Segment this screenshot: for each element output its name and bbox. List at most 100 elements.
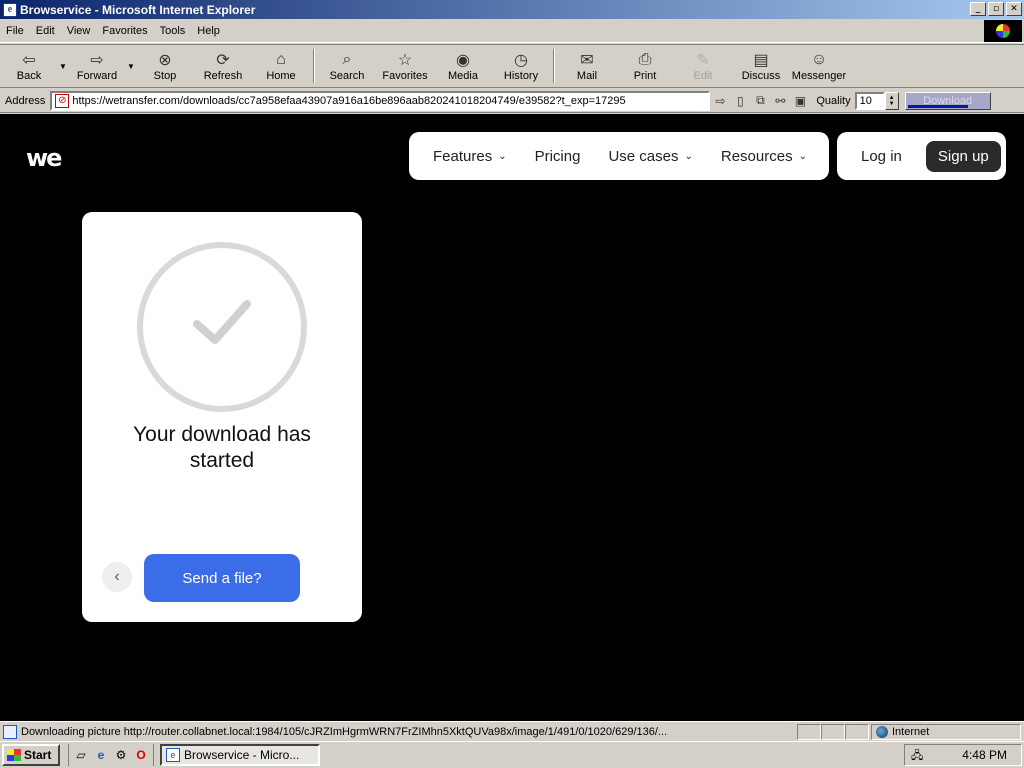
menu-file[interactable]: File — [0, 25, 30, 37]
print-label: Print — [633, 70, 657, 82]
taskbar-browservice[interactable]: e Browservice - Micro... — [160, 744, 320, 766]
address-url: https://wetransfer.com/downloads/cc7a958… — [72, 94, 626, 107]
download-progress-bar — [907, 104, 968, 108]
download-started-title: Your download has started — [133, 423, 311, 472]
windows-logo-icon — [984, 20, 1022, 42]
nav-resources[interactable]: Resources ⌄ — [721, 148, 807, 165]
favorites-label: Favorites — [382, 70, 428, 82]
find-icon[interactable]: ⚯ — [771, 92, 789, 110]
menu-tools[interactable]: Tools — [154, 25, 192, 37]
history-label: History — [503, 70, 539, 82]
back-button[interactable]: ⇦ Back — [0, 45, 58, 87]
refresh-label: Refresh — [203, 70, 243, 82]
toolbar: ⇦ Back ▼ ⇨ Forward ▼ ⊗ Stop ⟳ Refresh ⌂ … — [0, 44, 1024, 88]
start-label: Start — [24, 748, 52, 762]
menu-edit[interactable]: Edit — [30, 25, 61, 37]
discuss-label: Discuss — [741, 70, 781, 82]
page-icon: ⊘ — [55, 93, 70, 108]
download-card: Your download has started ‹ Send a file? — [82, 212, 362, 622]
home-label: Home — [266, 70, 296, 82]
favorites-button[interactable]: ☆ Favorites — [376, 45, 434, 87]
wetransfer-logo[interactable]: we — [26, 144, 62, 172]
forward-arrow-icon: ⇨ — [90, 52, 104, 69]
download-button[interactable]: Download — [904, 91, 991, 110]
start-button[interactable]: Start — [2, 744, 60, 766]
ie-app-icon[interactable]: e — [3, 2, 17, 17]
chevron-down-icon: ⌄ — [684, 150, 693, 162]
status-bar: Downloading picture http://router.collab… — [0, 721, 1024, 741]
nav-features[interactable]: Features ⌄ — [433, 148, 507, 165]
send-file-button[interactable]: Send a file? — [144, 554, 300, 602]
discuss-button[interactable]: ▤ Discuss — [732, 45, 790, 87]
network-icon[interactable]: 🖧 — [911, 747, 937, 763]
login-link[interactable]: Log in — [861, 148, 902, 165]
history-icon: ◷ — [514, 52, 528, 69]
forward-dropdown[interactable]: ▼ — [126, 45, 136, 87]
forward-button[interactable]: ⇨ Forward — [68, 45, 126, 87]
checkmark-icon — [137, 242, 307, 412]
quality-stepper[interactable]: ▲ ▼ — [884, 91, 899, 110]
menu-favorites[interactable]: Favorites — [96, 25, 153, 37]
copy-icon[interactable]: ⧉ — [751, 92, 769, 110]
minimize-button[interactable]: _ — [970, 2, 986, 16]
edit-icon: ✎ — [696, 52, 710, 69]
search-icon: ⌕ — [342, 51, 352, 68]
show-desktop-icon[interactable]: ▱ — [73, 747, 89, 763]
close-button[interactable]: ✕ — [1006, 2, 1022, 16]
nav-pricing[interactable]: Pricing — [535, 148, 581, 165]
menu-help[interactable]: Help — [191, 25, 226, 37]
menu-bar: File Edit View Favorites Tools Help — [0, 19, 1024, 43]
history-button[interactable]: ◷ History — [492, 45, 550, 87]
nav-use-cases-label: Use cases — [608, 147, 679, 165]
nav-use-cases[interactable]: Use cases ⌄ — [608, 148, 692, 165]
edit-label: Edit — [693, 70, 713, 82]
discuss-icon: ▤ — [753, 52, 769, 69]
status-cell — [821, 723, 845, 740]
address-input[interactable]: ⊘ https://wetransfer.com/downloads/cc7a9… — [50, 90, 711, 111]
search-button[interactable]: ⌕ Search — [318, 45, 376, 87]
ie-icon[interactable]: e — [93, 747, 109, 763]
chevron-left-icon[interactable]: ‹ — [102, 562, 132, 592]
back-dropdown[interactable]: ▼ — [58, 45, 68, 87]
nav-resources-label: Resources — [720, 147, 793, 165]
status-cell — [797, 723, 821, 740]
bookmark-icon[interactable]: ▯ — [731, 92, 749, 110]
stop-label: Stop — [153, 70, 177, 82]
forward-label: Forward — [76, 70, 118, 82]
status-cell — [845, 723, 869, 740]
quality-input[interactable]: 10 — [854, 91, 885, 110]
address-label: Address — [5, 94, 46, 107]
mail-icon: ✉ — [580, 52, 594, 69]
toolbar-separator — [553, 49, 555, 83]
window-title: Browservice - Microsoft Internet Explore… — [20, 2, 256, 17]
home-button[interactable]: ⌂ Home — [252, 45, 310, 87]
edit-button: ✎ Edit — [674, 45, 732, 87]
title-bar: e Browservice - Microsoft Internet Explo… — [0, 0, 1024, 19]
system-tray: 🖧 4:48 PM — [904, 744, 1022, 766]
windows-flag-icon — [7, 749, 21, 761]
maximize-button[interactable]: ▫ — [988, 2, 1004, 16]
go-icon[interactable]: ⇨ — [711, 92, 729, 110]
mail-button[interactable]: ✉ Mail — [558, 45, 616, 87]
refresh-button[interactable]: ⟳ Refresh — [194, 45, 252, 87]
signup-button[interactable]: Sign up — [925, 140, 1001, 172]
clipboard-icon[interactable]: ▣ — [791, 92, 809, 110]
main-nav: Features ⌄ Pricing Use cases ⌄ Resources… — [409, 132, 829, 180]
taskbar: Start ▱ e ⚙ O e Browservice - Micro... 🖧… — [0, 741, 1024, 768]
media-button[interactable]: ◉ Media — [434, 45, 492, 87]
opera-icon[interactable]: O — [133, 747, 149, 763]
print-button[interactable]: ⎙ Print — [616, 45, 674, 87]
clock: 4:48 PM — [962, 748, 1007, 762]
zone-label: Internet — [892, 725, 930, 738]
quality-label: Quality — [816, 94, 851, 107]
toolbar-separator — [313, 49, 315, 83]
stop-button[interactable]: ⊗ Stop — [136, 45, 194, 87]
stop-icon: ⊗ — [158, 52, 172, 69]
settings-icon[interactable]: ⚙ — [113, 747, 129, 763]
nav-pricing-label: Pricing — [534, 147, 581, 165]
media-icon: ◉ — [456, 52, 470, 69]
menu-view[interactable]: View — [61, 25, 97, 37]
home-icon: ⌂ — [276, 51, 286, 68]
messenger-button[interactable]: ☺ Messenger — [790, 45, 848, 87]
status-text: Downloading picture http://router.collab… — [21, 725, 668, 738]
